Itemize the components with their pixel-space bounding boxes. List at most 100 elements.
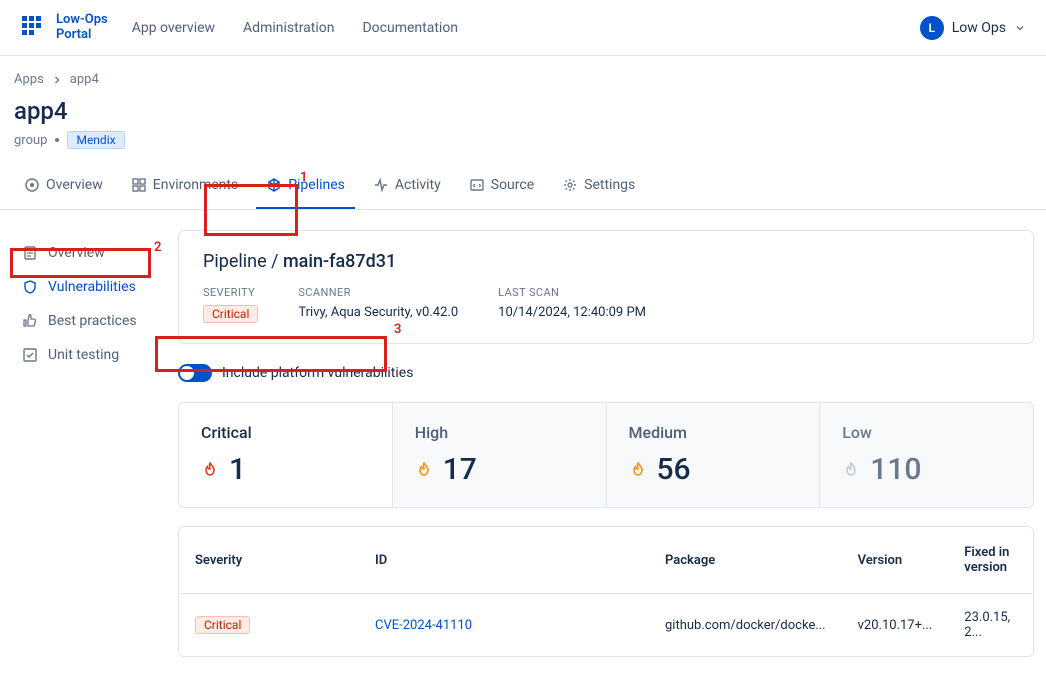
- logo[interactable]: Low-Ops Portal: [20, 13, 108, 42]
- nav-administration[interactable]: Administration: [243, 20, 334, 36]
- meta-label: LAST SCAN: [498, 286, 646, 299]
- nav-documentation[interactable]: Documentation: [362, 20, 458, 36]
- stat-value: 56: [657, 452, 691, 487]
- annotation-label-2: 2: [154, 240, 161, 255]
- flame-icon: [842, 461, 860, 479]
- nav-links: App overview Administration Documentatio…: [132, 20, 458, 36]
- flame-icon: [415, 461, 433, 479]
- toggle-label: Include platform vulnerabilities: [222, 365, 413, 381]
- pipeline-prefix: Pipeline /: [203, 251, 279, 272]
- breadcrumb-root[interactable]: Apps: [14, 72, 44, 87]
- pipeline-card: Pipeline / main-fa87d31 SEVERITY Critica…: [178, 230, 1034, 344]
- meta-value: 10/14/2024, 12:40:09 PM: [498, 305, 646, 320]
- sidebar-label: Overview: [48, 245, 105, 261]
- annotation-label-1: 1: [300, 170, 307, 185]
- header-left: Low-Ops Portal App overview Administrati…: [20, 13, 458, 42]
- page-title: app4: [14, 97, 1032, 125]
- cube-icon: [266, 177, 282, 193]
- stat-medium[interactable]: Medium 56: [606, 403, 820, 507]
- pipeline-title: Pipeline / main-fa87d31: [203, 251, 1009, 272]
- sidebar-item-unit-testing[interactable]: Unit testing: [0, 338, 158, 372]
- meta-value: Trivy, Aqua Security, v0.42.0: [298, 305, 458, 320]
- sidebar-label: Vulnerabilities: [48, 279, 136, 295]
- severity-badge: Critical: [203, 305, 258, 323]
- sidebar-item-overview[interactable]: Overview: [0, 236, 158, 270]
- pipeline-meta: SEVERITY Critical SCANNER Trivy, Aqua Se…: [203, 286, 1009, 323]
- tab-overview[interactable]: Overview: [14, 167, 113, 209]
- shield-icon: [22, 279, 38, 295]
- toggle-row: Include platform vulnerabilities: [178, 358, 1034, 388]
- tab-label: Overview: [46, 177, 103, 193]
- cve-link[interactable]: CVE-2024-41110: [375, 618, 472, 633]
- include-platform-toggle[interactable]: [178, 364, 212, 382]
- th-package[interactable]: Package: [649, 527, 842, 594]
- tab-label: Pipelines: [288, 177, 345, 193]
- th-id[interactable]: ID: [359, 527, 649, 594]
- row-severity: Critical: [195, 616, 250, 634]
- pipeline-name: main-fa87d31: [283, 251, 396, 272]
- tab-label: Source: [491, 177, 534, 193]
- tab-activity[interactable]: Activity: [363, 167, 451, 209]
- toggle-knob: [180, 366, 194, 380]
- tab-label: Environments: [153, 177, 238, 193]
- app-header: Low-Ops Portal App overview Administrati…: [0, 0, 1046, 56]
- chevron-down-icon: [1014, 22, 1026, 34]
- stat-high[interactable]: High 17: [392, 403, 606, 507]
- logo-icon: [20, 14, 48, 42]
- overview-icon: [24, 177, 40, 193]
- tab-environments[interactable]: Environments: [121, 167, 248, 209]
- dot-separator: [55, 138, 59, 142]
- chevron-right-icon: [52, 75, 62, 85]
- check-icon: [22, 347, 38, 363]
- stat-label: Medium: [629, 423, 798, 442]
- th-severity[interactable]: Severity: [179, 527, 359, 594]
- thumbs-up-icon: [22, 313, 38, 329]
- row-version: v20.10.17+...: [842, 594, 949, 657]
- gear-icon: [562, 177, 578, 193]
- sidebar-item-best-practices[interactable]: Best practices: [0, 304, 158, 338]
- tab-settings[interactable]: Settings: [552, 167, 645, 209]
- doc-icon: [22, 245, 38, 261]
- flame-icon: [201, 461, 219, 479]
- stats-row: Critical 1 High 17 Medium 56: [178, 402, 1034, 508]
- nav-app-overview[interactable]: App overview: [132, 20, 215, 36]
- activity-icon: [373, 177, 389, 193]
- sidebar-label: Best practices: [48, 313, 137, 329]
- table-header-row: Severity ID Package Version Fixed in ver…: [179, 527, 1033, 594]
- group-label: group: [14, 133, 47, 148]
- content: Overview Vulnerabilities Best practices …: [0, 210, 1046, 677]
- stat-value: 17: [443, 452, 477, 487]
- stat-low[interactable]: Low 110: [819, 403, 1033, 507]
- breadcrumb-current: app4: [70, 72, 99, 87]
- stat-label: Low: [842, 423, 1011, 442]
- stat-label: High: [415, 423, 584, 442]
- meta-scanner: SCANNER Trivy, Aqua Security, v0.42.0: [298, 286, 458, 323]
- main-panel: Pipeline / main-fa87d31 SEVERITY Critica…: [178, 230, 1034, 657]
- grid-icon: [131, 177, 147, 193]
- meta-label: SEVERITY: [203, 286, 258, 299]
- page-subtitle: group Mendix: [14, 131, 1032, 149]
- sidebar-item-vulnerabilities[interactable]: Vulnerabilities: [0, 270, 158, 304]
- code-icon: [469, 177, 485, 193]
- tab-source[interactable]: Source: [459, 167, 544, 209]
- th-version[interactable]: Version: [842, 527, 949, 594]
- avatar: L: [920, 16, 944, 40]
- stat-value: 110: [870, 452, 921, 487]
- sidebar-label: Unit testing: [48, 347, 119, 363]
- breadcrumb: Apps app4: [14, 72, 1032, 87]
- stat-critical[interactable]: Critical 1: [179, 403, 392, 507]
- row-package: github.com/docker/docke...: [649, 594, 842, 657]
- sidebar: Overview Vulnerabilities Best practices …: [0, 230, 158, 372]
- engine-badge: Mendix: [67, 131, 124, 149]
- user-menu[interactable]: L Low Ops: [920, 16, 1026, 40]
- meta-severity: SEVERITY Critical: [203, 286, 258, 323]
- stat-label: Critical: [201, 423, 370, 442]
- meta-lastscan: LAST SCAN 10/14/2024, 12:40:09 PM: [498, 286, 646, 323]
- tabs: Overview Environments Pipelines Activity…: [14, 167, 1032, 209]
- table-row[interactable]: Critical CVE-2024-41110 github.com/docke…: [179, 594, 1033, 657]
- page-header: Apps app4 app4 group Mendix Overview Env…: [0, 56, 1046, 210]
- tab-label: Activity: [395, 177, 441, 193]
- row-fixed: 23.0.15, 2...: [948, 594, 1033, 657]
- th-fixed[interactable]: Fixed in version: [948, 527, 1033, 594]
- tab-label: Settings: [584, 177, 635, 193]
